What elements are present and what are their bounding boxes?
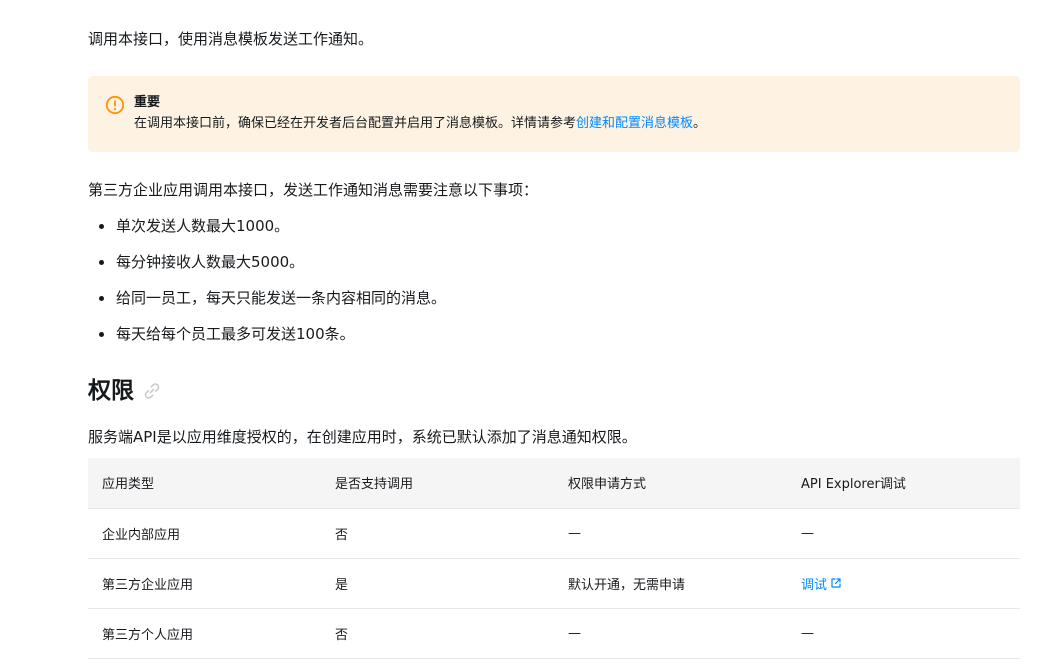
- important-notice: 重要 在调用本接口前，确保已经在开发者后台配置并启用了消息模板。详情请参考创建和…: [88, 76, 1020, 152]
- list-item-text: 单次发送人数最大1000。: [116, 217, 290, 235]
- table-cell: 否: [321, 508, 554, 559]
- intro-text: 调用本接口，使用消息模板发送工作通知。: [88, 30, 374, 48]
- permission-heading: 权限: [88, 374, 162, 408]
- table-header-row: 应用类型 是否支持调用 权限申请方式 API Explorer调试: [88, 458, 1020, 509]
- permission-table: 应用类型 是否支持调用 权限申请方式 API Explorer调试 企业内部应用…: [88, 458, 1020, 659]
- external-link-icon: [831, 578, 841, 588]
- table-cell: 第三方企业应用: [88, 558, 321, 609]
- bullet-dot: [99, 332, 104, 337]
- notice-body-text: 在调用本接口前，确保已经在开发者后台配置并启用了消息模板。详情请参考: [134, 116, 577, 131]
- notice-body-suffix: 。: [693, 116, 707, 131]
- list-item-text: 每天给每个员工最多可发送100条。: [116, 325, 355, 343]
- list-item: 给同一员工，每天只能发送一条内容相同的消息。: [88, 287, 446, 323]
- warning-circle-icon: [105, 95, 125, 115]
- bullet-dot: [99, 260, 104, 265]
- bullet-dot: [99, 296, 104, 301]
- list-item: 每天给每个员工最多可发送100条。: [88, 323, 446, 359]
- permission-heading-text: 权限: [88, 378, 134, 404]
- table-cell: —: [554, 608, 787, 659]
- table-row: 第三方企业应用 是 默认开通，无需申请 调试: [88, 558, 1020, 609]
- debug-link-label: 调试: [801, 577, 828, 593]
- table-row: 第三方个人应用 否 — —: [88, 608, 1020, 659]
- list-item: 单次发送人数最大1000。: [88, 215, 446, 251]
- link-icon[interactable]: [142, 381, 162, 401]
- permission-description: 服务端API是以应用维度授权的，在创建应用时，系统已默认添加了消息通知权限。: [88, 428, 637, 446]
- table-cell: —: [787, 608, 1020, 659]
- notice-body: 在调用本接口前，确保已经在开发者后台配置并启用了消息模板。详情请参考创建和配置消…: [134, 115, 706, 133]
- list-item-text: 给同一员工，每天只能发送一条内容相同的消息。: [116, 289, 447, 307]
- table-cell: —: [787, 508, 1020, 559]
- create-template-link[interactable]: 创建和配置消息模板: [576, 116, 693, 131]
- notes-intro: 第三方企业应用调用本接口，发送工作通知消息需要注意以下事项：: [88, 181, 539, 199]
- table-cell: 调试: [787, 558, 1020, 609]
- table-cell: —: [554, 508, 787, 559]
- column-header: API Explorer调试: [787, 458, 1020, 509]
- bullet-dot: [99, 224, 104, 229]
- column-header: 权限申请方式: [554, 458, 787, 509]
- column-header: 应用类型: [88, 458, 321, 509]
- table-cell: 企业内部应用: [88, 508, 321, 559]
- notice-title: 重要: [134, 95, 161, 110]
- table-row: 企业内部应用 否 — —: [88, 508, 1020, 559]
- list-item-text: 每分钟接收人数最大5000。: [116, 253, 305, 271]
- table-cell: 第三方个人应用: [88, 608, 321, 659]
- table-cell: 否: [321, 608, 554, 659]
- doc-page: 调用本接口，使用消息模板发送工作通知。 重要 在调用本接口前，确保已经在开发者后…: [0, 0, 1050, 670]
- notes-list: 单次发送人数最大1000。 每分钟接收人数最大5000。 给同一员工，每天只能发…: [88, 215, 446, 359]
- debug-link[interactable]: 调试: [801, 574, 842, 593]
- table-cell: 是: [321, 558, 554, 609]
- column-header: 是否支持调用: [321, 458, 554, 509]
- list-item: 每分钟接收人数最大5000。: [88, 251, 446, 287]
- table-cell: 默认开通，无需申请: [554, 558, 787, 609]
